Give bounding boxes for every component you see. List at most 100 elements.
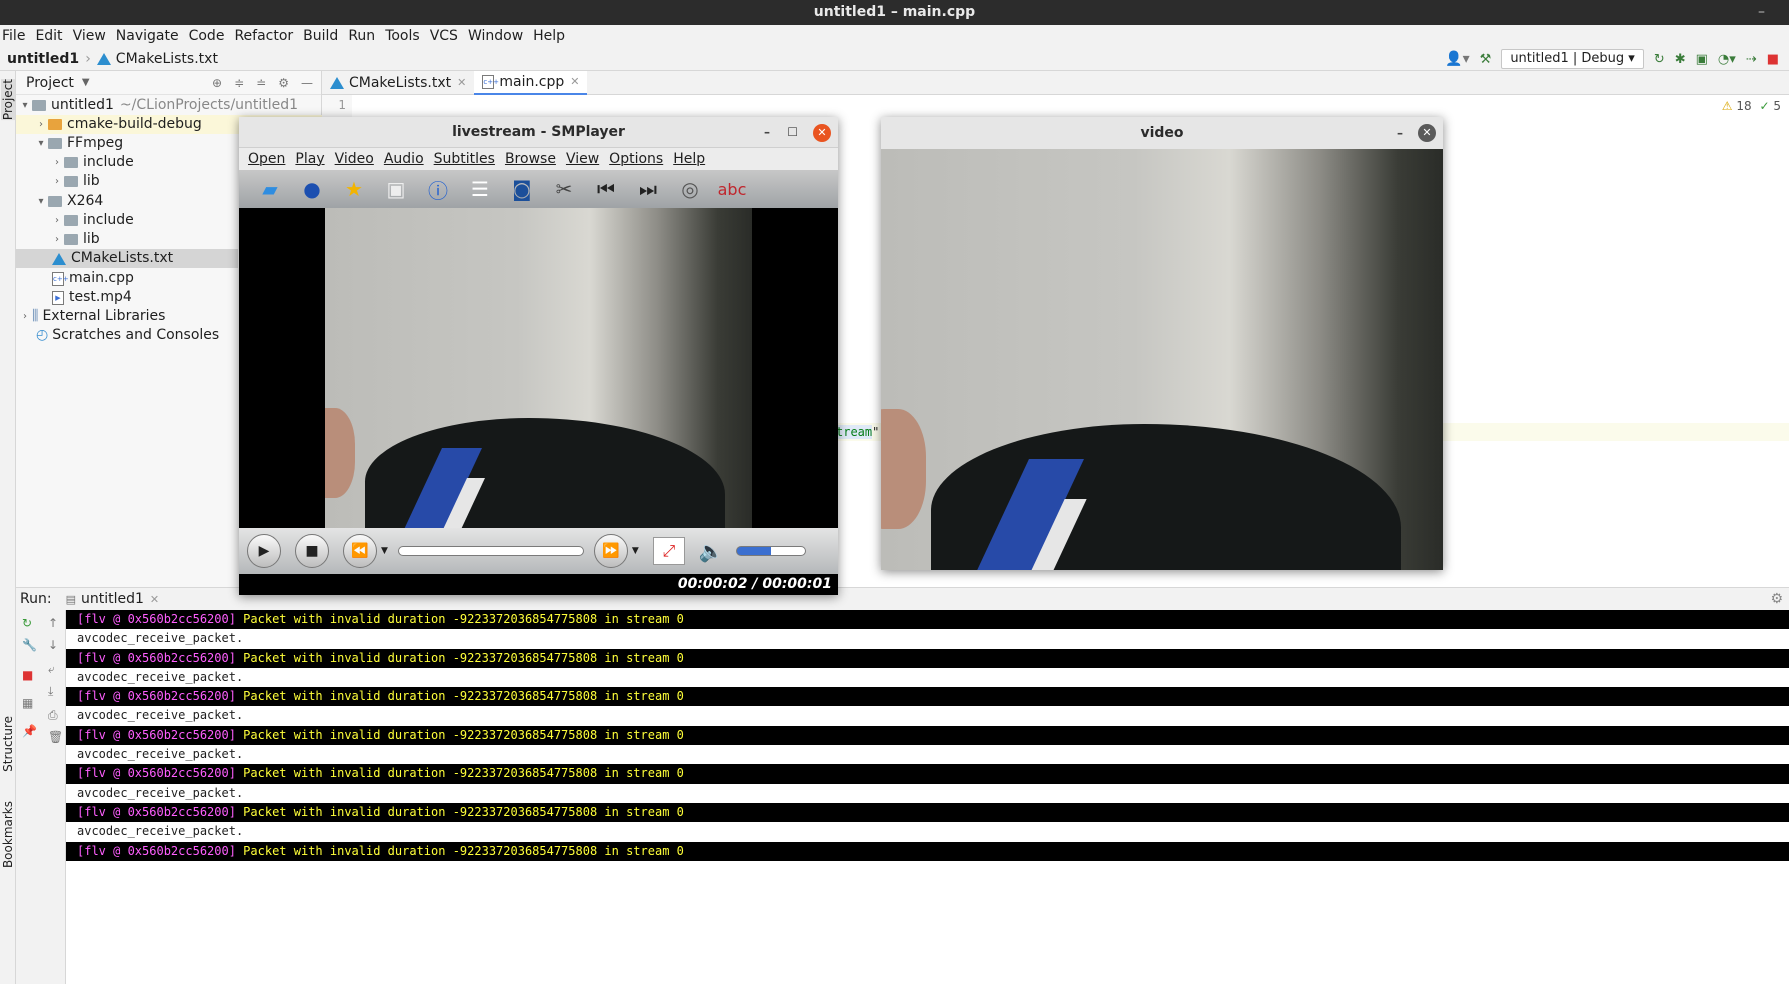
tree-item-main-cpp[interactable]: c++ main.cpp xyxy=(52,269,134,288)
menu-edit[interactable]: Edit xyxy=(35,28,62,44)
breadcrumb-project[interactable]: untitled1 xyxy=(7,51,79,67)
subtitles-abc-icon[interactable]: abc xyxy=(717,176,747,202)
rerun-icon[interactable]: ↻ xyxy=(1654,52,1665,67)
smp-menu-options[interactable]: Options xyxy=(609,151,663,167)
chevron-down-icon[interactable]: ▼ xyxy=(82,77,90,88)
fullscreen-icon[interactable]: ⤢ xyxy=(652,537,685,565)
expand-all-icon[interactable]: ≑ xyxy=(234,76,244,90)
user-icon[interactable]: 👤▾ xyxy=(1445,51,1469,67)
chevron-down-icon[interactable]: ▾ xyxy=(34,134,48,153)
print-icon[interactable]: ⎙ xyxy=(48,708,58,723)
stop-icon[interactable]: ■ xyxy=(1767,52,1779,67)
attach-icon[interactable]: ⇢ xyxy=(1746,52,1757,67)
tree-item-cmakelists[interactable]: CMakeLists.txt xyxy=(16,249,238,268)
chevron-down-icon[interactable]: ▾ xyxy=(34,192,48,211)
tab-cmakelists[interactable]: CMakeLists.txt ✕ xyxy=(322,71,474,95)
locate-icon[interactable]: ⊕ xyxy=(212,76,222,90)
scroll-to-end-icon[interactable]: ⤓ xyxy=(48,684,53,699)
coverage-icon[interactable]: ▣ xyxy=(1696,52,1708,67)
menu-refactor[interactable]: Refactor xyxy=(234,28,293,44)
breadcrumb-file[interactable]: CMakeLists.txt xyxy=(116,51,218,67)
pin-icon[interactable]: 📌 xyxy=(22,724,37,738)
gear-icon[interactable]: ⚙ xyxy=(278,76,289,90)
close-button[interactable]: ✕ xyxy=(1418,124,1436,142)
tree-item-scratches[interactable]: ◴ Scratches and Consoles xyxy=(36,326,219,345)
disc-icon[interactable]: ◎ xyxy=(675,176,705,202)
collapse-all-icon[interactable]: ≐ xyxy=(256,76,266,90)
globe-icon[interactable]: ● xyxy=(297,176,327,202)
stop-button[interactable]: ■ xyxy=(295,534,329,568)
run-config-select[interactable]: untitled1 | Debug ▾ xyxy=(1501,49,1644,69)
chevron-down-icon[interactable]: ▾ xyxy=(18,96,32,115)
run-console-output[interactable]: [flv @ 0x560b2cc56200] Packet with inval… xyxy=(66,610,1789,984)
tree-item-x264-include[interactable]: › include xyxy=(50,211,134,230)
run-tab[interactable]: ▤ untitled1 ✕ xyxy=(66,591,160,607)
menu-tools[interactable]: Tools xyxy=(385,28,420,44)
rewind-button[interactable]: ⏪ xyxy=(343,534,377,568)
debug-icon[interactable]: ✱ xyxy=(1675,52,1686,67)
rerun-icon[interactable]: ↻ xyxy=(22,616,32,630)
bookmarks-tool-tab[interactable]: Bookmarks xyxy=(1,801,15,868)
close-icon[interactable]: ✕ xyxy=(570,70,579,94)
tree-item-ffmpeg[interactable]: ▾ FFmpeg xyxy=(34,134,123,153)
chevron-right-icon[interactable]: › xyxy=(18,307,32,326)
menu-help[interactable]: Help xyxy=(533,28,565,44)
video-titlebar[interactable]: video – ✕ xyxy=(881,117,1443,149)
chevron-right-icon[interactable]: › xyxy=(50,211,64,230)
smp-menu-view[interactable]: View xyxy=(566,151,599,167)
menu-vcs[interactable]: VCS xyxy=(430,28,458,44)
tree-item-test-mp4[interactable]: ▶ test.mp4 xyxy=(52,288,132,307)
tree-item-x264-lib[interactable]: › lib xyxy=(50,230,100,249)
tree-item-x264[interactable]: ▾ X264 xyxy=(34,192,103,211)
layout-icon[interactable]: ▦ xyxy=(22,696,33,710)
wrench-icon[interactable]: 🔧 xyxy=(22,638,37,652)
project-panel-title[interactable]: Project xyxy=(26,75,74,91)
soft-wrap-icon[interactable]: ⤶ xyxy=(48,662,55,677)
volume-slider[interactable] xyxy=(735,546,806,556)
chevron-down-icon[interactable]: ▼ xyxy=(632,546,639,556)
inspection-widget[interactable]: ⚠ 18 ✓ 5 xyxy=(1722,99,1781,113)
close-icon[interactable]: ✕ xyxy=(150,593,159,606)
minimize-button[interactable]: – xyxy=(764,117,770,148)
menu-view[interactable]: View xyxy=(73,28,106,44)
tree-item-ffmpeg-lib[interactable]: › lib xyxy=(50,172,100,191)
structure-tool-tab[interactable]: Structure xyxy=(1,716,15,772)
smp-menu-open[interactable]: Open xyxy=(248,151,285,167)
chevron-right-icon[interactable]: › xyxy=(50,172,64,191)
trash-icon[interactable]: 🗑 xyxy=(48,730,63,744)
chevron-right-icon[interactable]: › xyxy=(34,115,48,134)
volume-icon[interactable]: 🔈 xyxy=(699,539,724,563)
open-folder-icon[interactable]: ▰ xyxy=(255,176,285,202)
tree-root[interactable]: ▾ untitled1 ~/CLionProjects/untitled1 xyxy=(18,96,298,115)
tree-item-ffmpeg-include[interactable]: › include xyxy=(50,153,134,172)
smp-menu-play[interactable]: Play xyxy=(295,151,324,167)
stop-icon[interactable]: ■ xyxy=(22,668,33,682)
menu-window[interactable]: Window xyxy=(468,28,523,44)
next-icon[interactable]: ⏭ xyxy=(633,176,663,202)
close-icon[interactable]: ✕ xyxy=(457,71,466,95)
smplayer-video-area[interactable] xyxy=(239,208,838,528)
close-button[interactable]: ✕ xyxy=(813,124,831,142)
project-tool-tab[interactable]: Project xyxy=(1,79,15,121)
minimize-button[interactable]: – xyxy=(1758,0,1765,25)
hide-icon[interactable]: — xyxy=(301,76,313,90)
screenshot-camera-icon[interactable]: ▣ xyxy=(381,176,411,202)
menu-code[interactable]: Code xyxy=(189,28,225,44)
previous-icon[interactable]: ⏮ xyxy=(591,176,621,202)
smp-menu-video[interactable]: Video xyxy=(335,151,374,167)
maximize-button[interactable]: ☐ xyxy=(787,117,798,148)
smp-menu-subtitles[interactable]: Subtitles xyxy=(434,151,495,167)
smp-menu-browse[interactable]: Browse xyxy=(505,151,556,167)
chevron-right-icon[interactable]: › xyxy=(50,153,64,172)
seek-bar[interactable] xyxy=(397,546,584,556)
menu-build[interactable]: Build xyxy=(303,28,338,44)
tab-main-cpp[interactable]: c++ main.cpp ✕ xyxy=(474,70,588,95)
favorites-star-icon[interactable]: ★ xyxy=(339,176,369,202)
play-button[interactable]: ▶ xyxy=(247,534,281,568)
arrow-up-icon[interactable]: ↑ xyxy=(48,616,58,630)
menu-run[interactable]: Run xyxy=(348,28,375,44)
menu-file[interactable]: File xyxy=(2,28,25,44)
minimize-button[interactable]: – xyxy=(1397,117,1403,149)
smp-menu-audio[interactable]: Audio xyxy=(384,151,424,167)
chevron-right-icon[interactable]: › xyxy=(50,230,64,249)
